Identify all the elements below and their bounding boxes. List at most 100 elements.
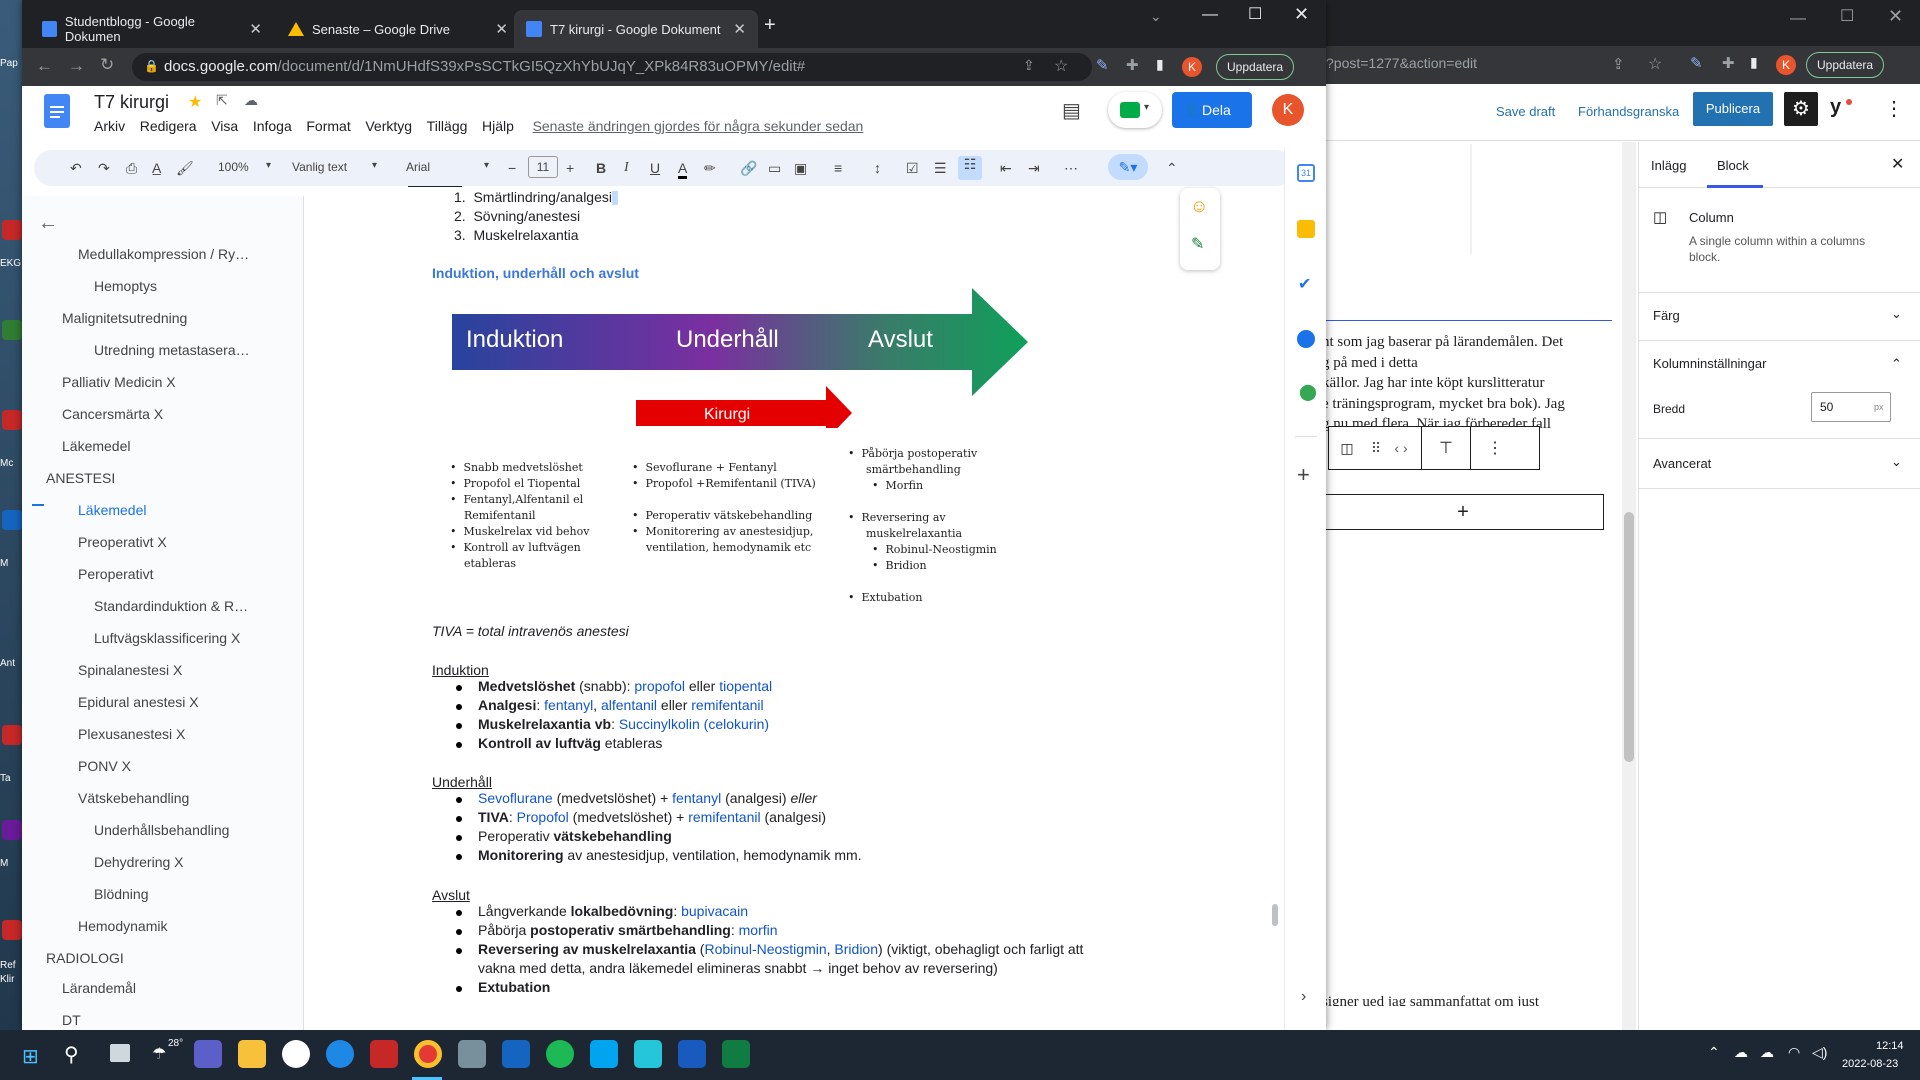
outline-item[interactable]: Utredning metastasera… — [94, 342, 250, 358]
print-icon[interactable]: ⎙ — [126, 160, 137, 177]
close-icon[interactable]: ✕ — [1888, 6, 1903, 27]
extensions-icon[interactable]: ✚ — [1722, 54, 1735, 72]
outline-item[interactable]: RADIOLOGI — [46, 950, 124, 966]
outline-item[interactable]: Epidural anestesi X — [78, 694, 199, 710]
notepad-icon[interactable] — [634, 1040, 662, 1068]
desktop-shortcut-icon[interactable] — [2, 510, 22, 530]
outline-item[interactable]: Plexusanestesi X — [78, 726, 185, 742]
add-comment-icon[interactable]: ▭ — [768, 160, 781, 177]
contacts-icon[interactable] — [1297, 330, 1315, 348]
forward-icon[interactable]: → — [68, 56, 85, 76]
outline-item[interactable]: Underhållsbehandling — [94, 822, 229, 838]
bullet-list-icon[interactable]: ☰ — [934, 160, 947, 177]
column-block-icon[interactable]: ◫ — [1329, 440, 1365, 457]
new-tab-icon[interactable]: + — [764, 14, 776, 37]
outline-item-active[interactable]: Läkemedel — [78, 502, 147, 518]
desktop-shortcut-icon[interactable] — [2, 410, 22, 430]
outline-item[interactable]: Palliativ Medicin X — [62, 374, 176, 390]
docs-logo-icon[interactable] — [44, 94, 70, 128]
tab-block[interactable]: Block — [1717, 158, 1749, 173]
wifi-icon[interactable]: ◠ — [1788, 1044, 1800, 1061]
windows-start-icon[interactable]: ⊞ — [22, 1044, 39, 1069]
pen-extension-icon[interactable]: ✎ — [1096, 56, 1109, 74]
share-icon[interactable]: ⇪ — [1023, 57, 1035, 74]
outline-item[interactable]: Luftvägsklassificering X — [94, 630, 240, 646]
outline-item[interactable]: Vätskebehandling — [78, 790, 189, 806]
outline-item[interactable]: Lärandemål — [62, 980, 136, 996]
outline-item[interactable]: Preoperativt X — [78, 534, 167, 550]
numbered-list-icon[interactable]: ☷ — [958, 156, 982, 180]
expand-panel-icon[interactable]: › — [1301, 988, 1306, 1006]
underline-icon[interactable]: U — [650, 160, 660, 176]
align-icon[interactable]: ≡ — [834, 160, 842, 176]
bookmark-star-icon[interactable]: ☆ — [1054, 56, 1068, 76]
mcafee-icon[interactable] — [370, 1040, 398, 1068]
italic-icon[interactable]: I — [624, 160, 629, 176]
minimize-icon[interactable]: — — [1790, 10, 1806, 28]
outline-item[interactable]: Dehydrering X — [94, 854, 184, 870]
insert-image-icon[interactable]: ▣ — [794, 160, 807, 177]
line-spacing-icon[interactable]: ↕ — [874, 160, 881, 176]
desktop-shortcut-icon[interactable] — [2, 820, 22, 840]
desktop-shortcut-icon[interactable] — [2, 920, 22, 940]
share-button[interactable]: 👤 Dela — [1172, 92, 1252, 128]
width-input[interactable]: 50 px — [1811, 392, 1891, 422]
clock-date[interactable]: 2022-08-23 — [1842, 1058, 1898, 1070]
maximize-icon[interactable]: ☐ — [1248, 4, 1262, 24]
desktop-shortcut-icon[interactable] — [2, 220, 22, 240]
outline-item[interactable]: Peroperativt — [78, 566, 153, 582]
close-tab-icon[interactable]: ✕ — [249, 20, 262, 38]
link-icon[interactable]: 🔗 — [740, 160, 757, 177]
tray-chevron-icon[interactable]: ⌃ — [1708, 1044, 1720, 1061]
paint-format-icon[interactable]: 🖌 — [176, 160, 194, 177]
profile-avatar[interactable]: K — [1776, 55, 1796, 75]
undo-icon[interactable]: ↶ — [70, 160, 82, 177]
editing-mode-icon[interactable]: ✎▾ — [1108, 154, 1148, 180]
reload-icon[interactable]: ↻ — [100, 55, 114, 75]
star-icon[interactable]: ★ — [188, 92, 202, 112]
update-button[interactable]: Uppdatera — [1216, 54, 1295, 80]
app-icon[interactable] — [282, 1040, 310, 1068]
back-icon[interactable]: ← — [36, 56, 53, 76]
scrollbar-thumb[interactable] — [1624, 512, 1634, 762]
onedrive-icon[interactable]: ☁ — [1734, 1044, 1748, 1061]
desktop-shortcut-icon[interactable] — [2, 725, 22, 745]
tab-search-icon[interactable]: ⌄ — [1150, 8, 1162, 25]
share-icon[interactable]: ⇪ — [1612, 55, 1625, 73]
back-arrow-icon[interactable]: ← — [38, 212, 58, 235]
calendar-icon[interactable]: 31 — [1297, 164, 1315, 182]
last-edit-link[interactable]: Senaste ändringen gjordes för några seku… — [533, 118, 864, 134]
browser-tab[interactable]: Studentblogg - Google Dokumen ✕ — [30, 10, 274, 48]
more-tools-icon[interactable]: ⋯ — [1064, 160, 1078, 177]
search-icon[interactable]: ⚲ — [64, 1042, 79, 1067]
close-sidebar-icon[interactable]: ✕ — [1891, 154, 1904, 174]
comments-icon[interactable]: ▤ — [1062, 98, 1081, 123]
add-block-button[interactable]: + — [1322, 494, 1604, 530]
excel-icon[interactable] — [722, 1040, 750, 1068]
save-draft-button[interactable]: Save draft — [1496, 104, 1555, 119]
browser-tab[interactable]: Senaste – Google Drive ✕ — [276, 10, 520, 48]
menu-item-infoga[interactable]: Infoga — [253, 118, 292, 134]
menu-item-redigera[interactable]: Redigera — [140, 118, 197, 134]
app-icon[interactable] — [458, 1040, 486, 1068]
outline-item[interactable]: DT — [62, 1012, 81, 1028]
sidepanel-icon[interactable]: ▮ — [1156, 56, 1164, 73]
yoast-icon[interactable]: y — [1830, 96, 1841, 119]
minimize-icon[interactable]: — — [1202, 6, 1218, 24]
outline-item[interactable]: Blödning — [94, 886, 149, 902]
extensions-icon[interactable]: ✚ — [1126, 56, 1139, 74]
bold-icon[interactable]: B — [596, 160, 606, 176]
increase-font-icon[interactable]: + — [566, 160, 574, 176]
outline-item[interactable]: ANESTESI — [46, 470, 115, 486]
panel-color[interactable]: Färg — [1653, 308, 1680, 323]
paragraph-style-select[interactable]: Vanlig text — [292, 160, 347, 174]
pen-extension-icon[interactable]: ✎ — [1690, 54, 1703, 72]
outline-item[interactable]: Malignitetsutredning — [62, 310, 187, 326]
menu-item-verktyg[interactable]: Verktyg — [365, 118, 412, 134]
scrollbar-thumb[interactable] — [1272, 904, 1278, 926]
tasks-icon[interactable]: ✔ — [1298, 274, 1311, 294]
outline-item[interactable]: Spinalanestesi X — [78, 662, 182, 678]
weather-icon[interactable]: ☂ — [152, 1044, 166, 1064]
teams-icon[interactable] — [194, 1040, 222, 1068]
add-addon-icon[interactable]: + — [1297, 462, 1310, 488]
